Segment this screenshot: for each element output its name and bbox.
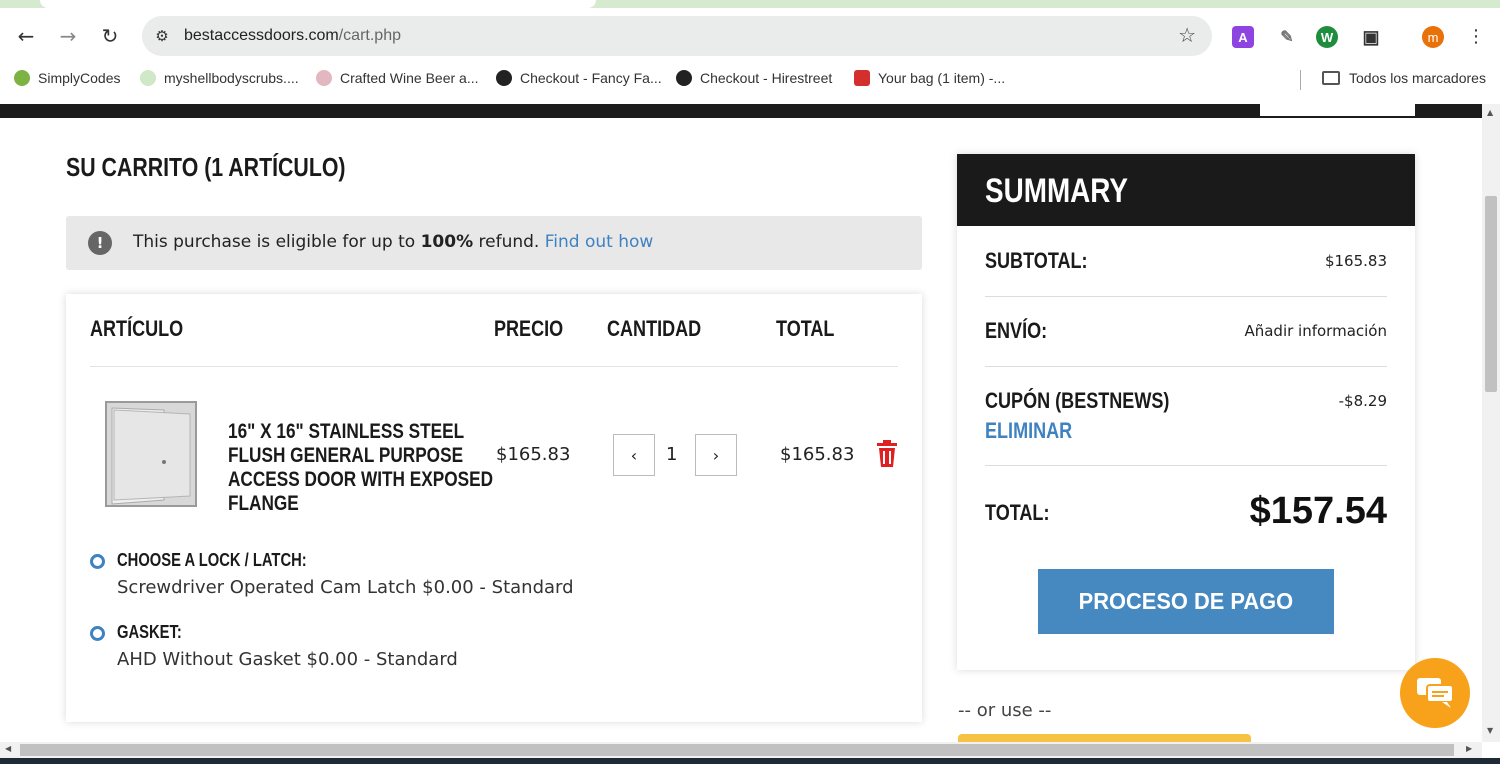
- bookmark-item[interactable]: myshellbodyscrubs....: [140, 70, 299, 86]
- all-bookmarks[interactable]: Todos los marcadores: [1322, 70, 1486, 86]
- extension-brush-icon[interactable]: ✎: [1276, 26, 1298, 48]
- bookmark-favicon-icon: [14, 70, 30, 86]
- tab-strip: [0, 0, 1500, 8]
- refund-notice-text: This purchase is eligible for up to 100%…: [133, 232, 654, 252]
- order-summary: SUMMARY SUBTOTAL: $165.83 ENVÍO: Añadir …: [957, 154, 1415, 670]
- profile-avatar[interactable]: m: [1422, 26, 1444, 48]
- bookmark-item[interactable]: SimplyCodes: [14, 70, 120, 86]
- option-value-gasket: AHD Without Gasket $0.00 - Standard: [117, 649, 458, 670]
- horizontal-scrollbar[interactable]: ◀ ▶: [0, 742, 1482, 758]
- quantity-increment-button[interactable]: ›: [695, 434, 737, 476]
- navigation-bar: ← → ↻ ⚙ bestaccessdoors.com/cart.php ☆ A…: [0, 12, 1500, 60]
- forward-icon[interactable]: →: [54, 22, 82, 50]
- summary-divider: [985, 366, 1387, 367]
- cart-page: SU CARRITO (1 ARTÍCULO) ! This purchase …: [0, 118, 1482, 742]
- option-bullet-icon: [90, 626, 105, 641]
- cart-title: SU CARRITO (1 ARTÍCULO): [66, 152, 346, 182]
- chat-bubble-icon[interactable]: [1400, 658, 1470, 728]
- horizontal-scroll-thumb[interactable]: [20, 744, 1454, 756]
- url-text[interactable]: bestaccessdoors.com/cart.php: [184, 27, 401, 45]
- vertical-scrollbar[interactable]: ▲ ▼: [1482, 104, 1500, 742]
- browser-menu-icon[interactable]: ⋮: [1462, 22, 1490, 50]
- add-shipping-info-link[interactable]: Añadir información: [1244, 322, 1387, 340]
- exclamation-icon: !: [88, 231, 112, 255]
- active-tab[interactable]: [40, 0, 596, 8]
- or-use-label: -- or use --: [958, 700, 1052, 721]
- header-divider: [90, 366, 898, 367]
- site-header-strip: [0, 104, 1482, 118]
- trash-icon[interactable]: [876, 440, 898, 468]
- header-item: ARTÍCULO: [90, 316, 184, 341]
- back-icon[interactable]: ←: [12, 22, 40, 50]
- extension-a-icon[interactable]: A: [1232, 26, 1254, 48]
- bookmark-item[interactable]: Crafted Wine Beer a...: [316, 70, 479, 86]
- order-total: $157.54: [1249, 490, 1387, 532]
- extensions-puzzle-icon[interactable]: ▣: [1360, 26, 1382, 48]
- shipping-label: ENVÍO:: [985, 318, 1048, 343]
- bookmarks-divider: [1300, 70, 1301, 90]
- url-path: /cart.php: [338, 27, 401, 44]
- folder-icon: [1322, 71, 1340, 85]
- scroll-left-icon[interactable]: ◀: [5, 744, 11, 753]
- option-bullet-icon: [90, 554, 105, 569]
- url-domain: bestaccessdoors.com: [184, 27, 339, 44]
- find-out-how-link[interactable]: Find out how: [545, 232, 654, 252]
- os-taskbar: [0, 758, 1500, 764]
- globe-icon: [676, 70, 692, 86]
- scroll-up-icon[interactable]: ▲: [1487, 108, 1493, 117]
- header-quantity: CANTIDAD: [607, 316, 702, 341]
- coupon-label: CUPÓN (BESTNEWS): [985, 388, 1170, 413]
- cart-table: ARTÍCULO PRECIO CANTIDAD TOTAL 16" X 16"…: [66, 294, 922, 722]
- reload-icon[interactable]: ↻: [96, 22, 124, 50]
- quantity-value[interactable]: 1: [666, 444, 677, 465]
- product-name[interactable]: 16" X 16" STAINLESS STEEL FLUSH GENERAL …: [228, 420, 528, 516]
- coupon-discount: -$8.29: [1338, 392, 1387, 410]
- extension-w-icon[interactable]: W: [1316, 26, 1338, 48]
- option-value-lock: Screwdriver Operated Cam Latch $0.00 - S…: [117, 577, 574, 598]
- scroll-right-icon[interactable]: ▶: [1466, 744, 1472, 753]
- browser-chrome: ← → ↻ ⚙ bestaccessdoors.com/cart.php ☆ A…: [0, 0, 1500, 104]
- total-label: TOTAL:: [985, 500, 1050, 525]
- quantity-decrement-button[interactable]: ‹: [613, 434, 655, 476]
- option-label-gasket: GASKET:: [117, 622, 182, 642]
- header-cart-widget[interactable]: [1260, 104, 1415, 116]
- header-total: TOTAL: [776, 316, 835, 341]
- bookmark-star-icon[interactable]: ☆: [1178, 23, 1196, 47]
- bookmark-favicon-icon: [316, 70, 332, 86]
- scroll-down-icon[interactable]: ▼: [1487, 726, 1493, 735]
- option-label-lock: CHOOSE A LOCK / LATCH:: [117, 550, 307, 570]
- summary-divider: [985, 465, 1387, 466]
- product-thumbnail[interactable]: [104, 400, 198, 508]
- address-bar[interactable]: ⚙ bestaccessdoors.com/cart.php ☆: [142, 16, 1212, 56]
- bookmarks-bar: SimplyCodes myshellbodyscrubs.... Crafte…: [0, 66, 1500, 94]
- bookmark-favicon-icon: [854, 70, 870, 86]
- summary-divider: [985, 296, 1387, 297]
- refund-notice: ! This purchase is eligible for up to 10…: [66, 216, 922, 270]
- bookmark-item[interactable]: Checkout - Fancy Fa...: [496, 70, 662, 86]
- subtotal-value: $165.83: [1324, 252, 1387, 270]
- vertical-scroll-thumb[interactable]: [1485, 196, 1497, 392]
- remove-coupon-link[interactable]: ELIMINAR: [985, 418, 1091, 444]
- bookmark-item[interactable]: Your bag (1 item) -...: [854, 70, 1005, 86]
- subtotal-label: SUBTOTAL:: [985, 248, 1088, 273]
- alternate-payment-button[interactable]: [958, 734, 1251, 742]
- summary-header: SUMMARY: [957, 154, 1415, 226]
- product-price: $165.83: [496, 444, 571, 465]
- bookmark-item[interactable]: Checkout - Hirestreet: [676, 70, 832, 86]
- checkout-button[interactable]: PROCESO DE PAGO: [1038, 569, 1334, 634]
- site-settings-icon[interactable]: ⚙: [150, 24, 174, 48]
- bookmark-favicon-icon: [140, 70, 156, 86]
- globe-icon: [496, 70, 512, 86]
- header-price: PRECIO: [494, 316, 564, 341]
- product-line-total: $165.83: [780, 444, 855, 465]
